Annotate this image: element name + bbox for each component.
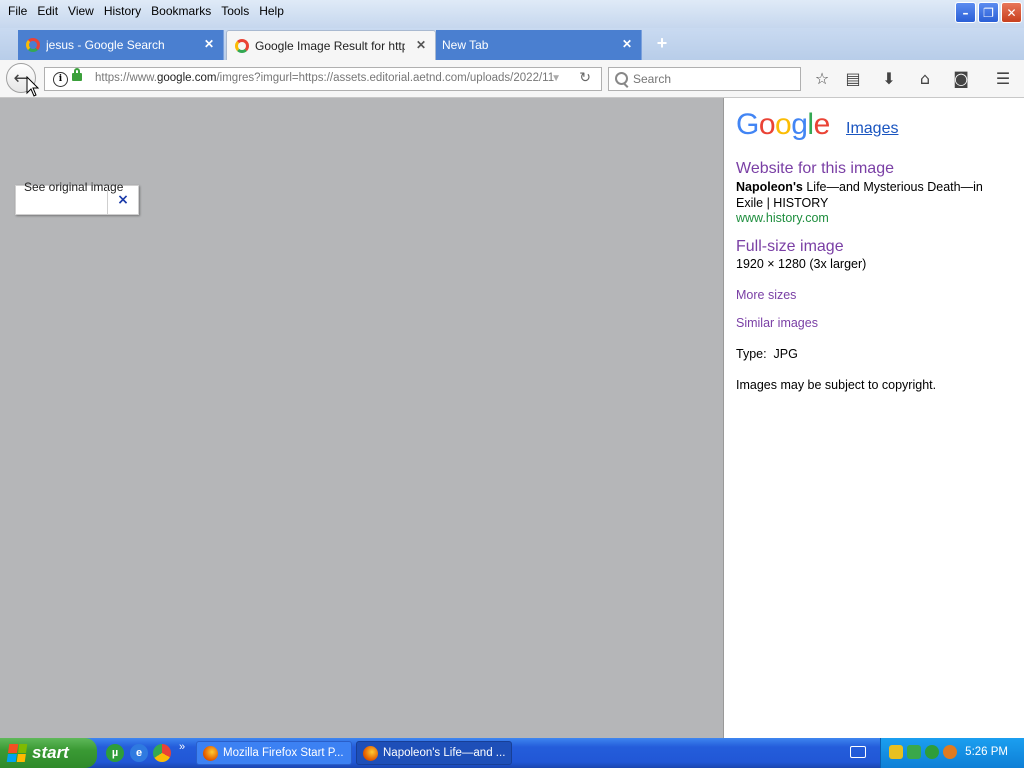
keyboard-icon[interactable] (850, 746, 866, 758)
more-sizes-link[interactable]: More sizes (736, 288, 796, 302)
chrome-icon[interactable] (153, 744, 171, 762)
image-dimensions: 1920 × 1280 (3x larger) (736, 257, 867, 271)
menu-bar: File Edit View History Bookmarks Tools H… (0, 0, 1024, 28)
system-tray: 5:26 PM (880, 738, 1024, 768)
menu-bookmarks[interactable]: Bookmarks (149, 3, 219, 19)
google-logo[interactable]: Google (736, 108, 830, 142)
see-original-popup[interactable]: See original image × (15, 180, 139, 215)
taskbar-item-label: Mozilla Firefox Start P... (223, 747, 344, 759)
restore-button[interactable]: ❐ (978, 2, 999, 23)
type-value: JPG (773, 347, 798, 361)
image-type: Type: JPG (736, 347, 798, 361)
logo-letter: g (791, 108, 808, 141)
google-favicon-icon (235, 38, 249, 53)
tab-title: jesus - Google Search (46, 38, 165, 52)
logo-letter: o (758, 108, 776, 141)
google-favicon-icon (26, 38, 40, 52)
clock[interactable]: 5:26 PM (965, 746, 1008, 758)
copyright-notice: Images may be subject to copyright. (736, 378, 937, 392)
menu-tools[interactable]: Tools (219, 3, 257, 19)
tab-new-tab[interactable]: New Tab ✕ (436, 30, 642, 60)
page-title: Napoleon's Life—and Mysterious Death—in … (736, 179, 1006, 211)
taskbar-item-label: Napoleon's Life—and ... (383, 747, 506, 759)
taskbar-item-firefox-start[interactable]: Mozilla Firefox Start P... (196, 741, 352, 765)
tab-image-result[interactable]: Google Image Result for http... ✕ (226, 30, 436, 60)
menu-view[interactable]: View (66, 3, 102, 19)
website-link[interactable]: Website for this image (736, 160, 894, 178)
search-box[interactable] (608, 67, 801, 91)
menu-edit[interactable]: Edit (35, 3, 66, 19)
image-info-panel: Google Images Website for this image Nap… (723, 98, 1024, 738)
firefox-icon (363, 746, 378, 761)
type-label: Type: (736, 347, 767, 361)
windows-logo-icon (6, 744, 28, 762)
home-icon[interactable]: ⌂ (915, 70, 935, 90)
bookmark-star-icon[interactable]: ☆ (812, 70, 832, 90)
utorrent-icon[interactable]: µ (106, 744, 124, 762)
tab-title: New Tab (442, 38, 489, 52)
firefox-icon (203, 746, 218, 761)
start-label: start (32, 743, 69, 762)
mouse-cursor-icon (26, 76, 40, 97)
tab-title: Google Image Result for http... (255, 38, 405, 53)
url-text[interactable]: https://www.google.com/imgres?imgurl=htt… (95, 72, 554, 84)
new-tab-button[interactable]: + (652, 33, 672, 53)
tab-close-icon[interactable]: ✕ (415, 39, 427, 51)
similar-images-link[interactable]: Similar images (736, 316, 818, 330)
url-domain: google.com (157, 72, 217, 84)
images-link[interactable]: Images (846, 120, 898, 138)
utorrent-tray-icon[interactable] (925, 745, 939, 759)
network-icon[interactable] (907, 745, 921, 759)
tab-strip: jesus - Google Search ✕ Google Image Res… (0, 28, 1024, 60)
tab-close-icon[interactable]: ✕ (621, 38, 633, 50)
url-prefix: https://www. (95, 72, 157, 84)
menu-list: File Edit View History Bookmarks Tools H… (6, 3, 292, 19)
internet-explorer-icon[interactable]: e (130, 744, 148, 762)
hamburger-menu-icon[interactable]: ☰ (993, 70, 1013, 90)
security-shield-icon[interactable] (889, 745, 903, 759)
window-controls: – ❐ ✕ (955, 2, 1022, 23)
reading-list-icon[interactable]: ▤ (843, 70, 863, 90)
quicklaunch-more-icon[interactable]: » (179, 741, 185, 753)
navigation-toolbar: ← i https://www.google.com/imgres?imgurl… (0, 60, 1024, 98)
search-input[interactable] (631, 71, 795, 87)
lock-icon (72, 68, 82, 81)
close-icon[interactable]: × (107, 186, 138, 214)
site-url[interactable]: www.history.com (736, 211, 829, 225)
site-info-icon[interactable]: i (53, 72, 68, 87)
downloads-icon[interactable]: ⬇ (879, 70, 899, 90)
tab-close-icon[interactable]: ✕ (203, 38, 215, 50)
menu-help[interactable]: Help (257, 3, 292, 19)
search-icon (615, 72, 628, 85)
url-path: /imgres?imgurl=https://assets.editorial.… (216, 72, 555, 84)
page-title-bold: Napoleon's (736, 180, 803, 194)
tab-jesus-search[interactable]: jesus - Google Search ✕ (18, 30, 224, 60)
logo-letter: o (775, 108, 792, 141)
full-size-link[interactable]: Full-size image (736, 238, 844, 256)
close-window-button[interactable]: ✕ (1001, 2, 1022, 23)
taskbar-item-napoleon[interactable]: Napoleon's Life—and ... (356, 741, 512, 765)
menu-history[interactable]: History (102, 3, 149, 19)
url-bar[interactable]: i https://www.google.com/imgres?imgurl=h… (44, 67, 602, 91)
pocket-icon[interactable]: ◙ (951, 70, 971, 90)
menu-file[interactable]: File (6, 3, 35, 19)
url-dropdown-icon[interactable]: ▼ (551, 73, 561, 84)
image-viewer: See original image × (0, 98, 724, 738)
search-tray-icon[interactable] (943, 745, 957, 759)
reload-icon[interactable]: ↻ (579, 70, 591, 86)
minimize-button[interactable]: – (955, 2, 976, 23)
start-button[interactable]: start (0, 738, 97, 768)
taskbar: start µ e » Mozilla Firefox Start P... N… (0, 738, 1024, 768)
logo-letter: e (813, 108, 831, 141)
logo-letter: G (736, 108, 759, 141)
